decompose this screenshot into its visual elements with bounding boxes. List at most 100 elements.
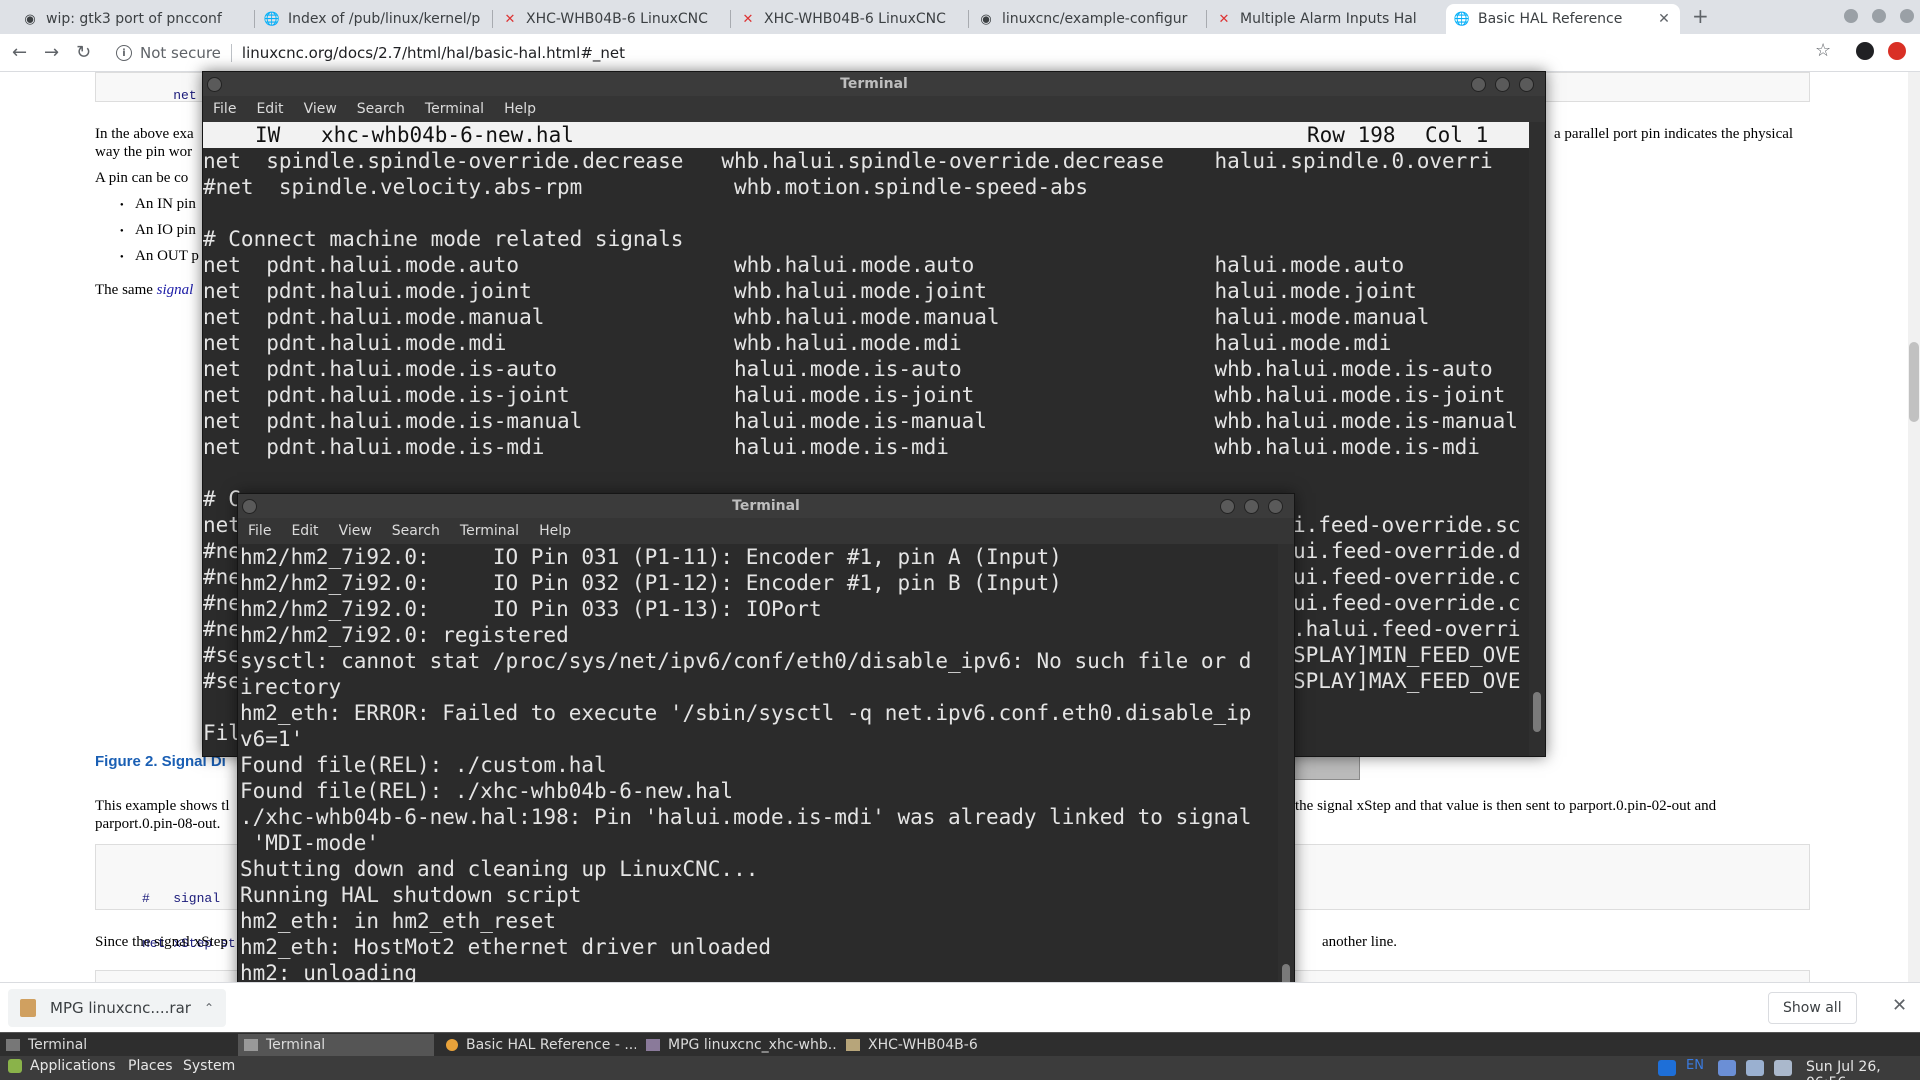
menu-terminal[interactable]: Terminal: [450, 523, 529, 539]
terminal-menubar: File Edit View Search Terminal Help: [203, 96, 1545, 122]
menu-search[interactable]: Search: [382, 523, 450, 539]
maximize-icon[interactable]: [1495, 77, 1510, 92]
taskbar-item-browser[interactable]: Basic HAL Reference - ...: [440, 1034, 636, 1056]
browser-tab-6[interactable]: ✕ Multiple Alarm Inputs Hal: [1208, 4, 1442, 34]
network-icon[interactable]: [1746, 1060, 1764, 1076]
extension-icon[interactable]: [1888, 42, 1906, 60]
reload-icon[interactable]: ↻: [76, 42, 91, 63]
archive-file-icon: [20, 999, 36, 1017]
taskbar-label: Terminal: [266, 1037, 326, 1053]
chrome-icon: [446, 1039, 458, 1051]
back-arrow-icon[interactable]: ←: [12, 42, 27, 63]
terminal-window-output[interactable]: Terminal File Edit View Search Terminal …: [237, 493, 1295, 1033]
show-all-button[interactable]: Show all: [1768, 992, 1857, 1024]
paragraph-text: parport.0.pin-08-out.: [95, 816, 221, 832]
profile-avatar-icon[interactable]: [1856, 42, 1874, 60]
tab-title: Index of /pub/linux/kernel/p: [288, 11, 481, 27]
terminal-line: Found file(REL): ./custom.hal: [240, 753, 607, 777]
bookmark-star-icon[interactable]: ☆: [1815, 40, 1831, 61]
editor-mode: IW: [255, 123, 281, 147]
taskbar-item-folder[interactable]: XHC-WHB04B-6: [840, 1034, 1036, 1056]
menu-file[interactable]: File: [238, 523, 281, 539]
maximize-window-button[interactable]: [1872, 9, 1886, 23]
window-title: Terminal: [238, 494, 1294, 518]
terminal-line-fragment: .halui.feed-overri: [1293, 617, 1521, 641]
terminal-text-area[interactable]: hm2/hm2_7i92.0: IO Pin 031 (P1-11): Enco…: [238, 544, 1278, 1032]
menu-edit[interactable]: Edit: [281, 523, 328, 539]
browser-tab-1[interactable]: ◉ wip: gtk3 port of pncconf: [14, 4, 252, 34]
menu-help[interactable]: Help: [529, 523, 581, 539]
new-tab-button[interactable]: +: [1692, 4, 1709, 28]
terminal-line: net pdnt.halui.mode.joint whb.halui.mode…: [203, 279, 1417, 303]
menu-terminal[interactable]: Terminal: [415, 101, 494, 117]
taskbar-label: XHC-WHB04B-6: [868, 1037, 978, 1053]
teamviewer-icon[interactable]: [1658, 1060, 1676, 1076]
places-menu[interactable]: Places: [128, 1058, 173, 1074]
editor-status-line: IW xhc-whb04b-6-new.hal Row 198 Col 1: [203, 122, 1529, 148]
panel-clock[interactable]: Sun Jul 26, 06:56: [1806, 1059, 1920, 1080]
minimize-icon[interactable]: [1220, 499, 1235, 514]
browser-tab-3[interactable]: ✕ XHC-WHB04B-6 LinuxCNC: [494, 4, 728, 34]
tab-title: XHC-WHB04B-6 LinuxCNC: [526, 11, 708, 27]
info-icon[interactable]: i: [116, 45, 132, 61]
menu-view[interactable]: View: [294, 101, 347, 117]
page-scrollbar[interactable]: [1908, 72, 1920, 982]
close-window-button[interactable]: [1900, 9, 1914, 23]
menu-view[interactable]: View: [329, 523, 382, 539]
terminal-line: sysctl: cannot stat /proc/sys/net/ipv6/c…: [240, 649, 1252, 673]
terminal-scrollbar[interactable]: [1529, 122, 1545, 756]
system-menu[interactable]: System: [183, 1058, 235, 1074]
globe-icon: 🌐: [1453, 11, 1471, 27]
close-tab-icon[interactable]: ✕: [1656, 11, 1672, 27]
list-item: An IN pin: [135, 196, 196, 212]
address-bar[interactable]: i Not secure linuxcnc.org/docs/2.7/html/…: [110, 38, 1830, 68]
page-scrollbar-thumb[interactable]: [1909, 342, 1919, 422]
window-title: Terminal: [203, 72, 1545, 96]
close-icon[interactable]: [1519, 77, 1534, 92]
browser-tab-5[interactable]: ◉ linuxcnc/example-configur: [970, 4, 1204, 34]
menu-label: System: [183, 1058, 236, 1074]
applications-menu[interactable]: Applications: [8, 1058, 116, 1074]
window-menu-icon[interactable]: [242, 499, 257, 514]
terminal-scrollbar[interactable]: [1278, 544, 1294, 1032]
menu-edit[interactable]: Edit: [246, 101, 293, 117]
terminal-line: net pdnt.halui.mode.is-auto halui.mode.i…: [203, 357, 1493, 381]
signal-link[interactable]: signal: [157, 282, 194, 298]
url-text[interactable]: linuxcnc.org/docs/2.7/html/hal/basic-hal…: [242, 44, 625, 62]
close-icon[interactable]: ✕: [1892, 995, 1907, 1016]
chevron-up-icon[interactable]: ⌃: [204, 1001, 214, 1015]
taskbar-item-archive[interactable]: MPG linuxcnc_xhc-whb...: [640, 1034, 836, 1056]
editor-filename: xhc-whb04b-6-new.hal: [321, 123, 574, 147]
keyboard-layout-indicator[interactable]: EN: [1686, 1058, 1704, 1073]
tab-title: linuxcnc/example-configur: [1002, 11, 1188, 27]
taskbar-item-terminal-2[interactable]: Terminal: [238, 1034, 434, 1056]
menu-file[interactable]: File: [203, 101, 246, 117]
shield-icon[interactable]: [1718, 1060, 1736, 1076]
menu-label: Places: [128, 1058, 173, 1074]
terminal-line: net pdnt.halui.mode.auto whb.halui.mode.…: [203, 253, 1405, 277]
close-icon[interactable]: [1268, 499, 1283, 514]
forward-arrow-icon[interactable]: →: [44, 42, 59, 63]
list-item: An IO pin: [135, 222, 196, 238]
paragraph-text: The same signal: [95, 282, 194, 298]
taskbar-label: Basic HAL Reference - ...: [466, 1037, 636, 1053]
menu-help[interactable]: Help: [494, 101, 546, 117]
volume-icon[interactable]: [1774, 1060, 1792, 1076]
keyboard-layout-label: EN: [1686, 1058, 1704, 1073]
terminal-line: net spindle.spindle-override.decrease wh…: [203, 149, 1493, 173]
browser-tab-4[interactable]: ✕ XHC-WHB04B-6 LinuxCNC: [732, 4, 966, 34]
browser-tab-2[interactable]: 🌐 Index of /pub/linux/kernel/p: [256, 4, 490, 34]
taskbar-item-terminal-1[interactable]: Terminal: [0, 1034, 238, 1056]
maximize-icon[interactable]: [1244, 499, 1259, 514]
paragraph-text: Since the signal xStep: [95, 934, 228, 950]
minimize-icon[interactable]: [1471, 77, 1486, 92]
menu-search[interactable]: Search: [347, 101, 415, 117]
browser-tab-7-active[interactable]: 🌐 Basic HAL Reference ✕: [1446, 4, 1680, 34]
browser-tab-bar: ◉ wip: gtk3 port of pncconf 🌐 Index of /…: [0, 0, 1920, 34]
window-menu-icon[interactable]: [207, 77, 222, 92]
minimize-window-button[interactable]: [1844, 9, 1858, 23]
list-item: An OUT p: [135, 248, 199, 264]
terminal-line: ./xhc-whb04b-6-new.hal:198: Pin 'halui.m…: [240, 805, 1252, 829]
download-item[interactable]: MPG linuxcnc....rar ⌃: [8, 989, 226, 1027]
security-label: Not secure: [140, 44, 221, 62]
